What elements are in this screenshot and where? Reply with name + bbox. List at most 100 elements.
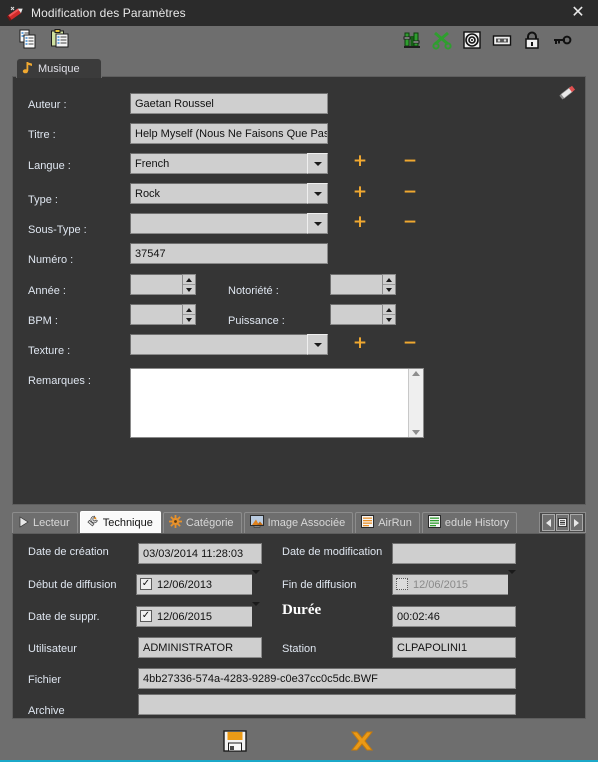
langue-combo[interactable]: French	[130, 153, 328, 174]
spinner-arrows-icon[interactable]	[182, 274, 196, 295]
tab-edule-history[interactable]: edule History	[421, 512, 518, 533]
tab-musique-label: Musique	[38, 62, 80, 75]
sous-type-value[interactable]	[130, 213, 307, 234]
scissors-icon[interactable]	[432, 30, 452, 50]
remarques-text[interactable]	[131, 369, 408, 437]
notoriete-value[interactable]	[330, 274, 382, 295]
tab-musique[interactable]: Musique	[16, 58, 102, 78]
chevron-down-icon[interactable]	[508, 570, 516, 595]
label-type: Type :	[28, 193, 58, 206]
titre-input[interactable]: Help Myself (Nous Ne Faisons Que Pas	[130, 123, 328, 144]
tab-list-button[interactable]	[556, 514, 569, 531]
close-icon[interactable]: ✕	[568, 3, 588, 23]
label-bpm: BPM :	[28, 314, 58, 327]
scroll-up-icon[interactable]	[412, 371, 420, 376]
type-value[interactable]: Rock	[130, 183, 307, 204]
pencil-icon[interactable]	[557, 82, 579, 102]
type-remove-button[interactable]: −	[402, 184, 418, 201]
station-input[interactable]: CLPAPOLINI1	[392, 637, 516, 658]
tab-airrun[interactable]: AirRun	[355, 512, 420, 533]
tab-lecteur[interactable]: Lecteur	[12, 512, 78, 533]
tab-technique-label: Technique	[102, 516, 153, 529]
date-suppr-datepicker[interactable]: ✓ 12/06/2015	[136, 602, 260, 627]
mixer-icon[interactable]	[402, 30, 422, 50]
chevron-down-icon[interactable]	[252, 602, 260, 627]
langue-add-button[interactable]: +	[352, 153, 368, 170]
fin-diffusion-value: 12/06/2015	[413, 578, 469, 591]
tab-scroll-right-button[interactable]	[570, 514, 583, 531]
tab-image-associee-label: Image Associée	[267, 517, 346, 529]
texture-remove-button[interactable]: −	[402, 335, 418, 352]
remarques-textarea[interactable]	[130, 368, 424, 438]
picture-icon	[249, 515, 264, 531]
label-debut-diffusion: Début de diffusion	[28, 579, 117, 591]
notoriete-stepper[interactable]	[330, 274, 396, 295]
footer-bar	[0, 722, 598, 760]
type-combo[interactable]: Rock	[130, 183, 328, 204]
bpm-stepper[interactable]	[130, 304, 196, 325]
gear-orange-icon	[168, 515, 182, 531]
cancel-button[interactable]	[348, 729, 378, 755]
date-creation-input[interactable]: 03/03/2014 11:28:03	[138, 543, 262, 564]
debut-diffusion-checkbox[interactable]: ✓	[140, 578, 152, 590]
fichier-input[interactable]: 4bb27336-574a-4283-9289-c0e37cc0c5dc.BWF	[138, 668, 516, 689]
numero-input[interactable]: 37547	[130, 243, 328, 264]
texture-value[interactable]	[130, 334, 307, 355]
scroll-down-icon[interactable]	[412, 430, 420, 435]
window-title: Modification des Paramètres	[31, 6, 186, 20]
tab-scroll-controls	[539, 512, 586, 533]
paste-icon[interactable]	[50, 29, 70, 49]
archive-input[interactable]	[138, 694, 516, 715]
target-icon[interactable]	[462, 30, 482, 50]
tab-categorie[interactable]: Catégorie	[162, 512, 242, 533]
date-suppr-checkbox[interactable]: ✓	[140, 610, 152, 622]
annee-stepper[interactable]	[130, 274, 196, 295]
label-fin-diffusion: Fin de diffusion	[282, 579, 357, 591]
fin-diffusion-checkbox[interactable]	[396, 578, 408, 590]
spinner-arrows-icon[interactable]	[382, 304, 396, 325]
texture-combo[interactable]	[130, 334, 328, 355]
label-duree: Durée	[282, 602, 322, 618]
chevron-down-icon[interactable]	[307, 183, 328, 204]
remarques-scrollbar[interactable]	[408, 369, 423, 437]
tab-bar: Lecteur Technique Catégorie Image Associ…	[12, 511, 586, 533]
puissance-value[interactable]	[330, 304, 382, 325]
debut-diffusion-value: 12/06/2013	[157, 578, 213, 591]
type-add-button[interactable]: +	[352, 184, 368, 201]
label-auteur: Auteur :	[28, 98, 67, 111]
tab-image-associee[interactable]: Image Associée	[243, 512, 354, 533]
chevron-down-icon[interactable]	[307, 334, 328, 355]
langue-remove-button[interactable]: −	[402, 153, 418, 170]
fin-diffusion-datepicker[interactable]: 12/06/2015	[392, 570, 516, 595]
puissance-stepper[interactable]	[330, 304, 396, 325]
label-texture: Texture :	[28, 344, 71, 357]
spinner-arrows-icon[interactable]	[382, 274, 396, 295]
tab-technique[interactable]: Technique	[79, 511, 161, 533]
tab-categorie-label: Catégorie	[185, 517, 234, 529]
chevron-down-icon[interactable]	[252, 570, 260, 595]
auteur-input[interactable]: Gaetan Roussel	[130, 93, 328, 114]
save-button[interactable]	[222, 729, 250, 755]
sous-type-combo[interactable]	[130, 213, 328, 234]
key-icon[interactable]	[552, 30, 572, 50]
marker-pen-icon	[5, 4, 27, 22]
date-modification-input[interactable]	[392, 543, 516, 564]
debut-diffusion-datepicker[interactable]: ✓ 12/06/2013	[136, 570, 260, 595]
tab-scroll-left-button[interactable]	[542, 514, 555, 531]
copy-icon[interactable]	[18, 29, 38, 49]
utilisateur-input[interactable]: ADMINISTRATOR	[138, 637, 262, 658]
lock-icon[interactable]	[522, 30, 542, 50]
annee-value[interactable]	[130, 274, 182, 295]
chevron-down-icon[interactable]	[307, 153, 328, 174]
chevron-down-icon[interactable]	[307, 213, 328, 234]
sous-type-remove-button[interactable]: −	[402, 214, 418, 231]
label-archive: Archive	[28, 705, 65, 717]
sous-type-add-button[interactable]: +	[352, 214, 368, 231]
texture-add-button[interactable]: +	[352, 335, 368, 352]
label-notoriete: Notoriété :	[228, 284, 279, 297]
cassette-icon[interactable]	[492, 30, 512, 50]
langue-value[interactable]: French	[130, 153, 307, 174]
bpm-value[interactable]	[130, 304, 182, 325]
spinner-arrows-icon[interactable]	[182, 304, 196, 325]
label-sous-type: Sous-Type :	[28, 223, 87, 236]
